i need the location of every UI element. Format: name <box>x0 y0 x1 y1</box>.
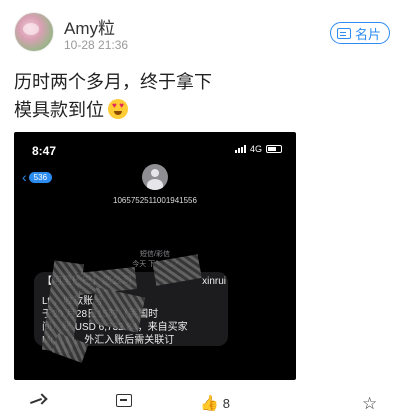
like-icon: 👍 <box>200 395 219 412</box>
heart-eyes-emoji <box>108 99 128 119</box>
like-button[interactable]: 👍 8 <box>200 394 230 412</box>
post-timestamp: 10-28 21:36 <box>64 38 129 52</box>
post-header: Amy粒 10-28 21:36 名片 <box>14 12 390 56</box>
like-count: 8 <box>222 395 230 411</box>
post-text-line-2-text: 模具款到位 <box>14 100 104 120</box>
action-bar: 👍 8 ☆ <box>0 390 404 414</box>
username[interactable]: Amy粒 <box>64 14 115 39</box>
contact-number: 1065752511001941556 <box>113 196 197 205</box>
name-card-label: 名片 <box>354 26 381 42</box>
post-text-line-1: 历时两个多月，终于拿下 <box>14 72 212 92</box>
back-button: ‹ 536 <box>22 169 53 185</box>
sms-line-1-tail: xinrui <box>202 276 226 287</box>
status-bar-right: 4G <box>234 144 282 154</box>
share-icon <box>28 394 46 408</box>
back-chevron-icon: ‹ <box>22 169 27 185</box>
sms-screenshot-image[interactable]: 8:47 4G ‹ 536 1065752511001941556 短信/彩信 … <box>14 132 296 380</box>
name-card-icon <box>336 27 351 39</box>
message-type-label: 短信/彩信 <box>140 251 170 258</box>
avatar[interactable] <box>14 12 54 52</box>
post-text-line-2: 模具款到位 <box>14 96 390 124</box>
star-icon: ☆ <box>362 394 378 413</box>
network-label: 4G <box>249 144 262 154</box>
battery-icon <box>266 145 282 153</box>
post-text: 历时两个多月，终于拿下 模具款到位 <box>14 68 390 124</box>
favorite-button[interactable]: ☆ <box>362 394 377 414</box>
comment-button[interactable] <box>116 394 132 407</box>
contact-avatar-icon <box>142 164 168 190</box>
back-count-badge: 536 <box>28 171 53 183</box>
share-button[interactable] <box>28 394 46 408</box>
signal-icon <box>234 145 246 153</box>
status-bar-time: 8:47 <box>32 144 57 158</box>
name-card-button[interactable]: 名片 <box>329 22 390 44</box>
comment-icon <box>116 394 132 407</box>
